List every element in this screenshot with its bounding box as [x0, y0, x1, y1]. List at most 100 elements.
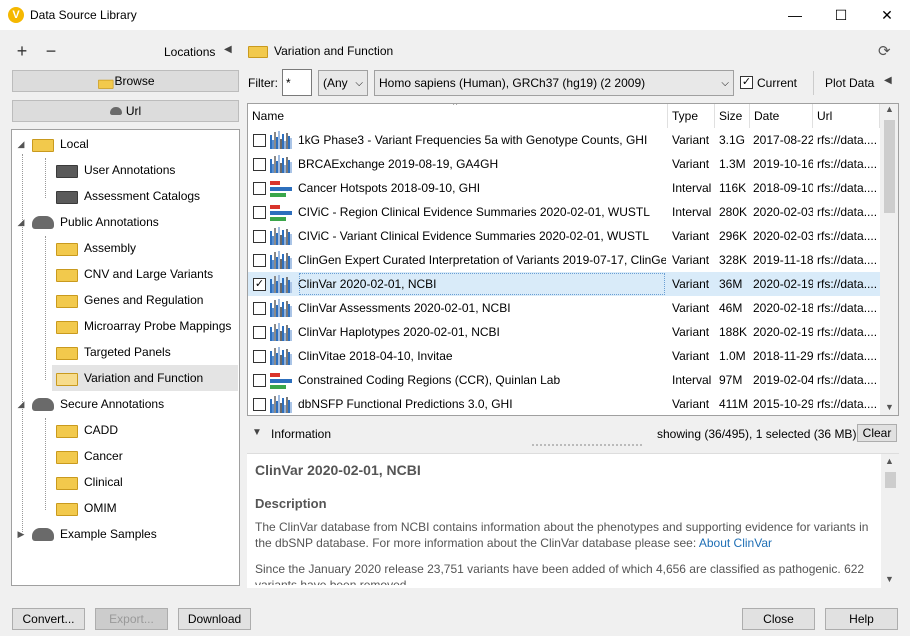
close-window-button[interactable]: ✕ — [864, 0, 910, 30]
row-checkbox[interactable] — [253, 134, 266, 147]
download-button[interactable]: Download — [178, 608, 251, 630]
row-checkbox[interactable] — [253, 206, 266, 219]
row-name: dbNSFP Functional Predictions 3.0, GHI — [298, 397, 513, 411]
row-checkbox[interactable] — [253, 374, 266, 387]
table-row[interactable]: 1kG Phase3 - Variant Frequencies 5a with… — [248, 128, 880, 152]
browse-button[interactable]: Browse — [12, 70, 239, 92]
filter-input[interactable] — [282, 69, 312, 96]
toolbar-divider — [813, 71, 814, 95]
column-header-date[interactable]: Date — [750, 104, 813, 128]
info-collapse-icon[interactable]: ▼ — [252, 427, 262, 438]
row-checkbox[interactable] — [253, 182, 266, 195]
table-row[interactable]: ClinVitae 2018-04-10, Invitae Variant 1.0M… — [248, 344, 880, 368]
row-size: 97M — [719, 373, 743, 387]
tree-label: CADD — [84, 423, 119, 437]
expand-plot-icon[interactable]: ◀ — [884, 75, 892, 86]
column-header-size[interactable]: Size — [715, 104, 750, 128]
row-name: CIViC - Region Clinical Evidence Summari… — [298, 205, 650, 219]
tree-node-public-annotations[interactable]: ◢ Public Annotations — [16, 209, 159, 235]
about-clinvar-link[interactable]: About ClinVar — [699, 536, 772, 550]
scroll-up-icon[interactable]: ▲ — [885, 456, 894, 466]
table-row[interactable]: Cancer Hotspots 2018-09-10, GHI Interval 1… — [248, 176, 880, 200]
tree-node-cnv[interactable]: CNV and Large Variants — [56, 261, 213, 287]
collapse-left-icon[interactable]: ◀ — [224, 44, 232, 55]
add-location-button[interactable]: + — [11, 41, 33, 61]
tree-label: Variation and Function — [84, 371, 204, 385]
type-filter-select[interactable]: (Any ⌵ — [318, 70, 368, 96]
information-label[interactable]: Information — [271, 427, 331, 441]
table-row[interactable]: Constrained Coding Regions (CCR), Quinla… — [248, 368, 880, 392]
tree-node-targeted[interactable]: Targeted Panels — [56, 339, 171, 365]
tree-node-omim[interactable]: OMIM — [56, 495, 117, 521]
tree-node-microarray[interactable]: Microarray Probe Mappings — [56, 313, 231, 339]
close-button[interactable]: Close — [742, 608, 815, 630]
row-checkbox[interactable] — [253, 230, 266, 243]
splitter-handle[interactable] — [532, 444, 642, 446]
row-type: Interval — [672, 373, 712, 387]
tree-node-assembly[interactable]: Assembly — [56, 235, 136, 261]
row-url: rfs://data.... — [817, 205, 878, 219]
column-header-type[interactable]: Type — [668, 104, 715, 128]
browse-label: Browse — [114, 74, 155, 88]
tree-node-secure-annotations[interactable]: ◢ Secure Annotations — [16, 391, 165, 417]
expand-arrow-icon[interactable]: ◢ — [16, 399, 26, 410]
table-row[interactable]: BRCAExchange 2019-08-19, GA4GH Variant 1.3… — [248, 152, 880, 176]
row-checkbox[interactable]: ✓ — [253, 278, 266, 291]
tree-node-user-annotations[interactable]: User Annotations — [56, 157, 175, 183]
secure-cloud-icon — [32, 397, 54, 411]
detail-scrollbar-thumb[interactable] — [885, 472, 896, 488]
tree-node-genes[interactable]: Genes and Regulation — [56, 287, 203, 313]
collapsed-arrow-icon[interactable]: ▶ — [16, 529, 26, 540]
folder-icon — [56, 318, 78, 334]
tree-node-cancer[interactable]: Cancer — [56, 443, 123, 469]
tree-node-assessment-catalogs[interactable]: Assessment Catalogs — [56, 183, 200, 209]
table-row[interactable]: ✓ ClinVar 2020-02-01, NCBI Variant 36M 2020-… — [248, 272, 880, 296]
plot-data-label[interactable]: Plot Data — [825, 76, 874, 90]
row-checkbox[interactable] — [253, 398, 266, 411]
refresh-icon[interactable]: ⟳ — [878, 42, 891, 60]
row-date: 2018-11-29 — [753, 349, 813, 363]
tree-node-cadd[interactable]: CADD — [56, 417, 118, 443]
folder-title: Variation and Function — [274, 43, 394, 58]
scroll-up-icon[interactable]: ▲ — [885, 104, 894, 114]
cloud-icon — [32, 215, 54, 229]
maximize-button[interactable]: ☐ — [818, 0, 864, 30]
column-header-url[interactable]: Url — [813, 104, 880, 128]
expand-arrow-icon[interactable]: ◢ — [16, 217, 26, 228]
row-checkbox[interactable] — [253, 254, 266, 267]
genome-select[interactable]: Homo sapiens (Human), GRCh37 (hg19) (2 2… — [374, 70, 734, 96]
scroll-down-icon[interactable]: ▼ — [885, 402, 894, 412]
row-url: rfs://data.... — [817, 229, 878, 243]
remove-location-button[interactable]: − — [40, 41, 62, 61]
table-row[interactable]: ClinVar Haplotypes 2020-02-01, NCBI Varia… — [248, 320, 880, 344]
row-date: 2020-02-03 — [753, 229, 813, 243]
tree-node-local[interactable]: ◢ Local — [16, 131, 89, 157]
row-checkbox[interactable] — [253, 158, 266, 171]
clear-button[interactable]: Clear — [857, 424, 897, 442]
scroll-down-icon[interactable]: ▼ — [885, 574, 894, 584]
row-checkbox[interactable] — [253, 326, 266, 339]
tree-node-example-samples[interactable]: ▶ Example Samples — [16, 521, 157, 547]
url-button[interactable]: Url — [12, 100, 239, 122]
table-row[interactable]: ClinVar Assessments 2020-02-01, NCBI Vari… — [248, 296, 880, 320]
row-name: ClinVar Haplotypes 2020-02-01, NCBI — [298, 325, 500, 339]
tree-node-variation[interactable]: Variation and Function — [52, 365, 238, 391]
help-button[interactable]: Help — [825, 608, 898, 630]
table-row[interactable]: CIViC - Region Clinical Evidence Summari… — [248, 200, 880, 224]
expand-arrow-icon[interactable]: ◢ — [16, 139, 26, 150]
current-checkbox[interactable]: ✓ — [740, 76, 753, 89]
table-scrollbar-thumb[interactable] — [884, 120, 895, 213]
row-checkbox[interactable] — [253, 350, 266, 363]
minimize-button[interactable]: — — [772, 0, 818, 30]
convert-button[interactable]: Convert... — [12, 608, 85, 630]
export-button[interactable]: Export... — [95, 608, 168, 630]
tree-node-clinical[interactable]: Clinical — [56, 469, 123, 495]
table-row[interactable]: CIViC - Variant Clinical Evidence Summar… — [248, 224, 880, 248]
table-row[interactable]: dbNSFP Functional Predictions 3.0, GHI Va… — [248, 392, 880, 415]
column-header-name[interactable]: Name — [248, 104, 668, 128]
row-size: 46M — [719, 301, 743, 315]
row-checkbox[interactable] — [253, 302, 266, 315]
row-type: Interval — [672, 205, 712, 219]
detail-title: ClinVar 2020-02-01, NCBI — [255, 462, 421, 478]
table-row[interactable]: ClinGen Expert Curated Interpretation of… — [248, 248, 880, 272]
